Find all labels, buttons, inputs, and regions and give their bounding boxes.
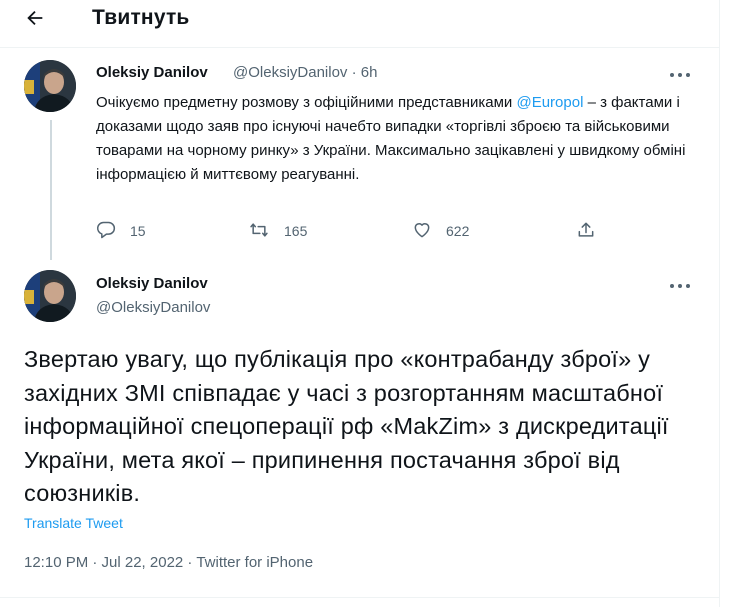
like-icon bbox=[412, 220, 432, 243]
like-count: 622 bbox=[446, 223, 470, 239]
retweet-icon bbox=[248, 220, 270, 243]
page-title: Твитнуть bbox=[92, 6, 190, 29]
tweet-timestamp-source[interactable]: 12:10 PM · Jul 22, 2022 · Twitter for iP… bbox=[24, 554, 313, 571]
share-button[interactable] bbox=[576, 219, 596, 243]
avatar[interactable] bbox=[24, 270, 76, 322]
page-header: Твитнуть bbox=[0, 0, 720, 38]
right-border bbox=[719, 0, 720, 607]
more-icon[interactable] bbox=[670, 70, 694, 80]
reply-button[interactable]: 15 bbox=[96, 219, 146, 243]
back-arrow-icon[interactable] bbox=[22, 5, 48, 31]
translate-tweet-link[interactable]: Translate Tweet bbox=[24, 515, 123, 531]
reply-icon bbox=[96, 220, 116, 243]
divider bbox=[0, 47, 719, 48]
mention-link[interactable]: @Europol bbox=[516, 94, 583, 111]
retweet-button[interactable]: 165 bbox=[248, 219, 307, 243]
like-button[interactable]: 622 bbox=[412, 219, 469, 243]
author-name[interactable]: Oleksiy Danilov bbox=[96, 64, 208, 81]
tweet-text: Очікуємо предметну розмову з офіційними … bbox=[96, 91, 696, 187]
thread-line bbox=[50, 120, 52, 260]
author-handle-time[interactable]: @OleksiyDanilov · 6h bbox=[233, 64, 377, 81]
tweet-actions: 15 165 622 bbox=[96, 219, 616, 243]
divider bbox=[0, 597, 719, 598]
author-handle[interactable]: @OleksiyDanilov bbox=[96, 299, 210, 316]
tweet-text: Звертаю увагу, що публікація про «контра… bbox=[24, 346, 669, 506]
avatar[interactable] bbox=[24, 60, 76, 112]
tweet-text-start: Очікуємо предметну розмову з офіційними … bbox=[96, 94, 517, 111]
retweet-count: 165 bbox=[284, 223, 308, 239]
reply-count: 15 bbox=[130, 223, 146, 239]
more-icon[interactable] bbox=[670, 281, 694, 291]
author-name[interactable]: Oleksiy Danilov bbox=[96, 275, 208, 292]
share-icon bbox=[576, 220, 596, 243]
